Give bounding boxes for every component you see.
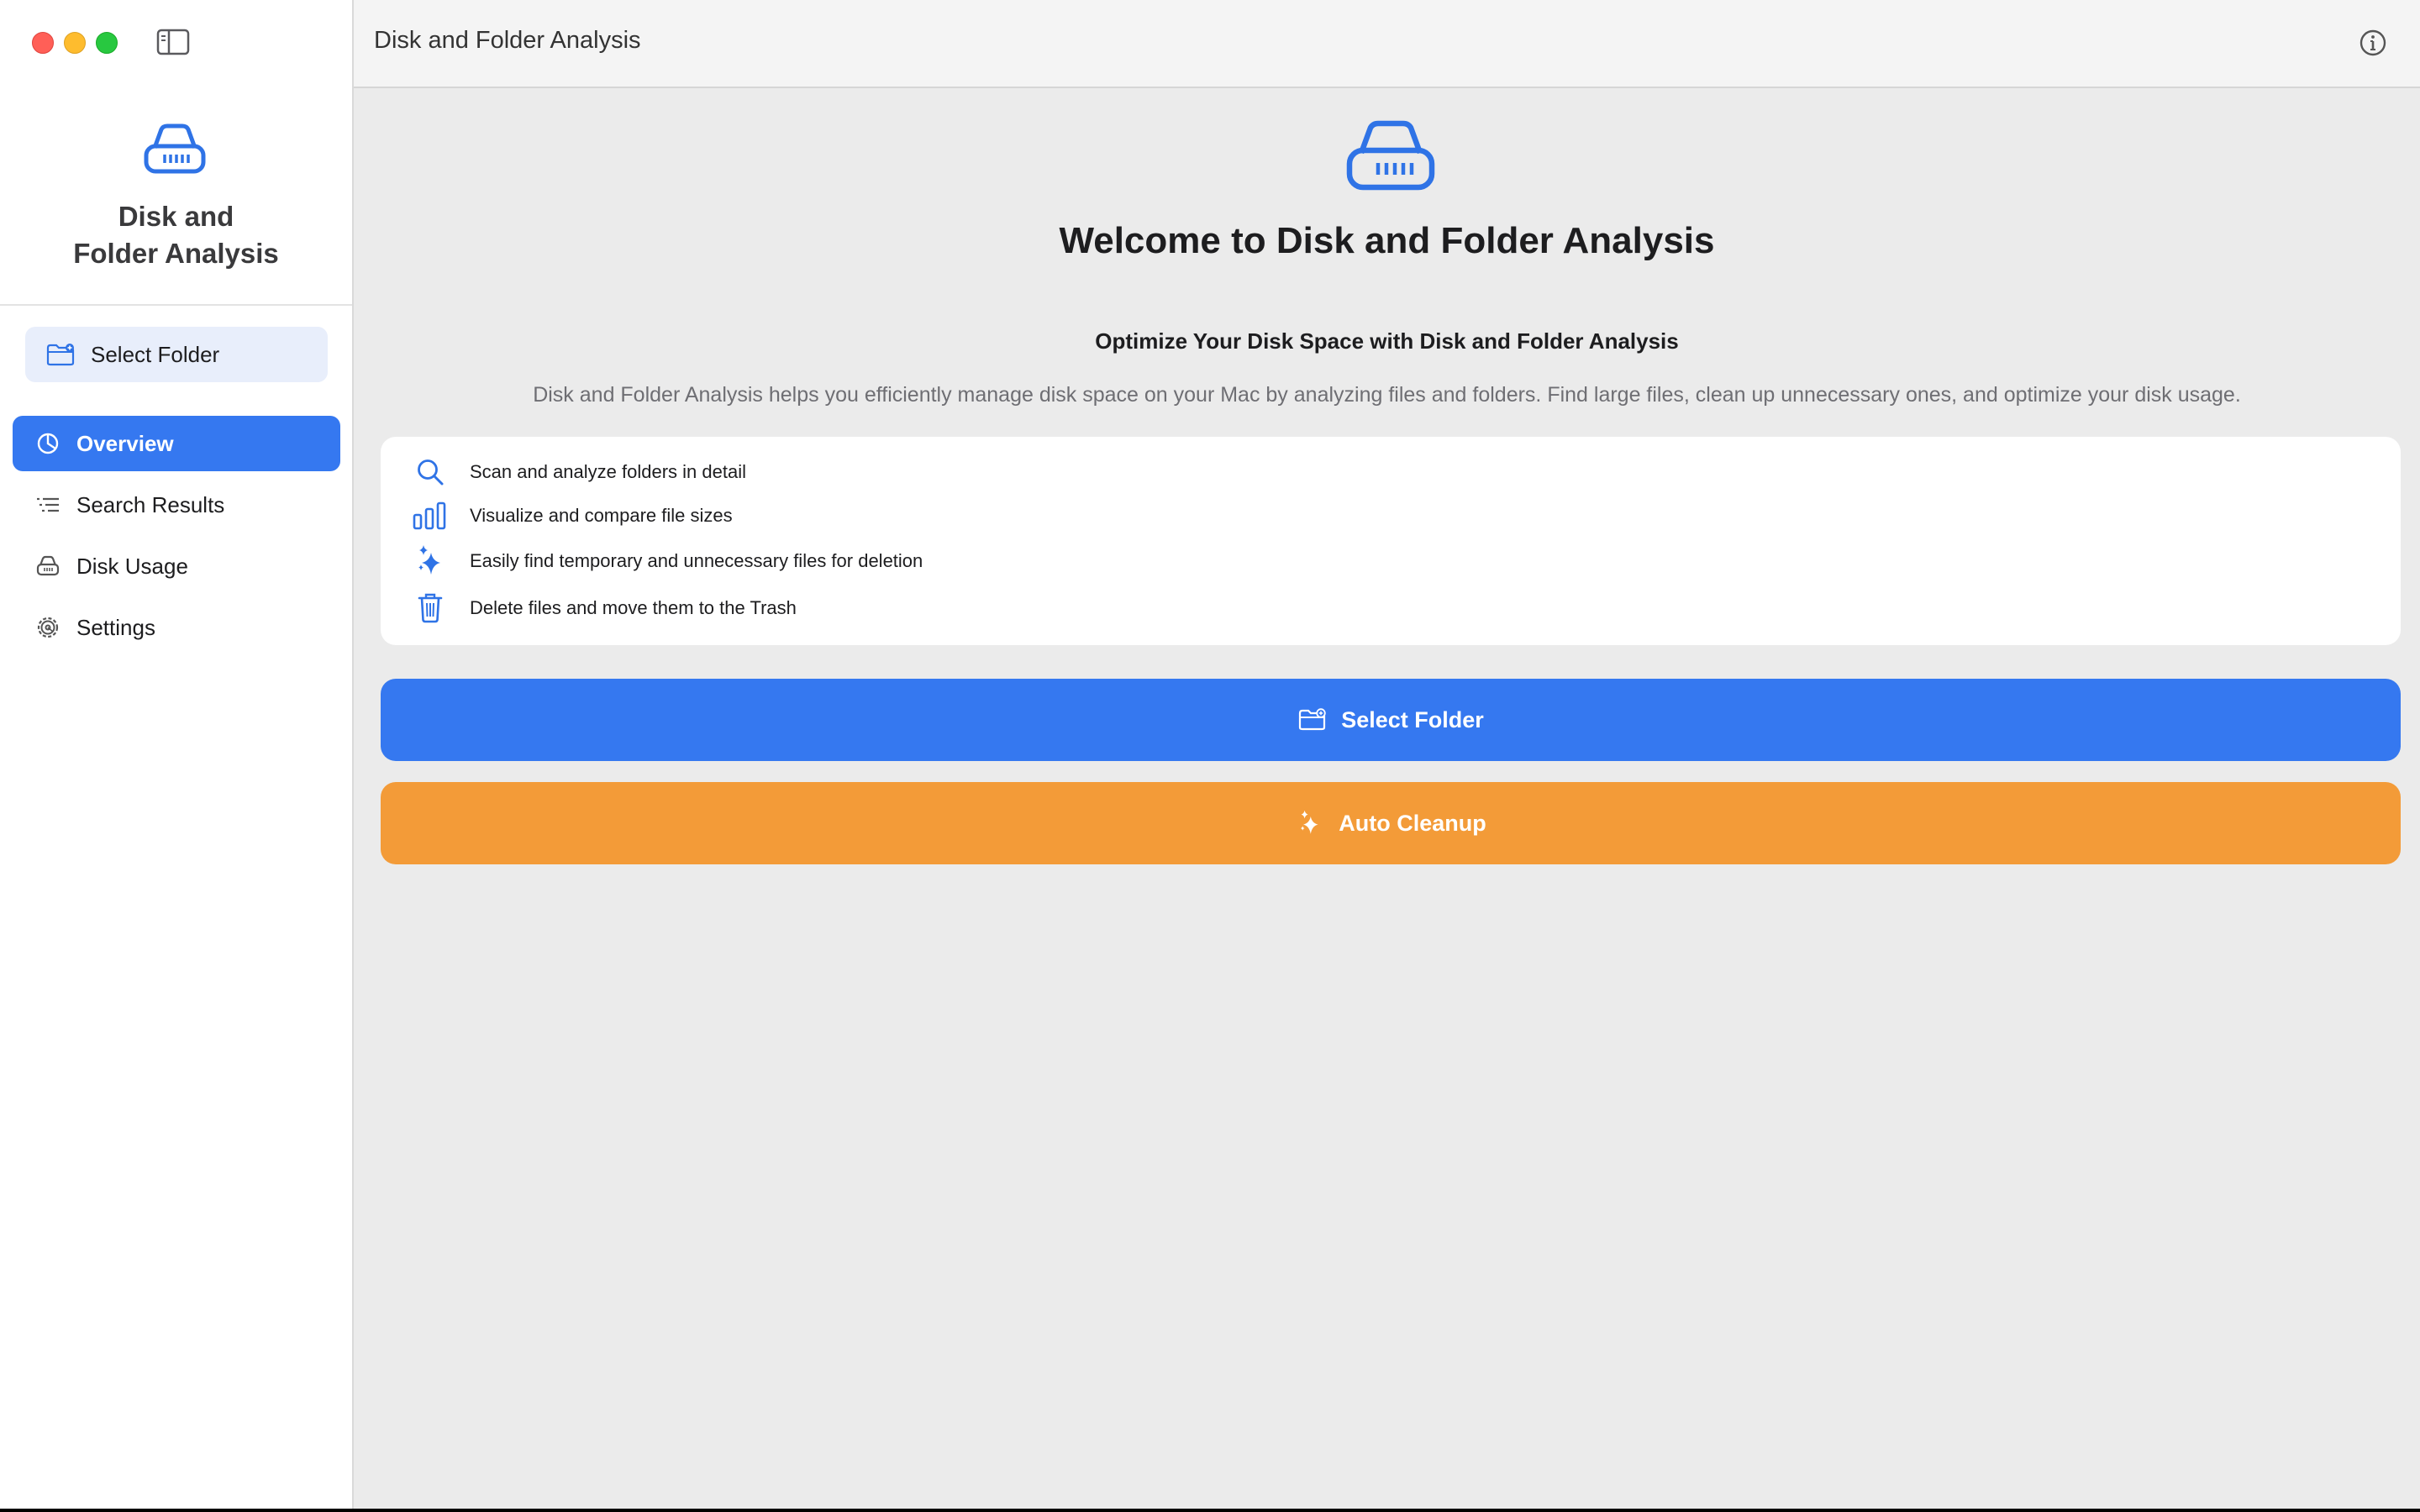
description: Disk and Folder Analysis helps you effic… <box>354 383 2420 407</box>
feature-item: Scan and analyze folders in detail <box>411 454 746 491</box>
sidebar: Disk and Folder Analysis Select Folder <box>0 0 354 1509</box>
app-window: Disk and Folder Analysis Select Folder <box>0 0 2420 1509</box>
folder-badge-icon <box>1297 706 1328 733</box>
bar-chart-icon <box>411 497 450 534</box>
feature-label: Visualize and compare file sizes <box>470 505 733 527</box>
sidebar-item-overview[interactable]: Overview <box>13 416 340 471</box>
sidebar-item-label: Overview <box>76 431 174 457</box>
minimize-window-button[interactable] <box>64 32 86 54</box>
sparkles-icon <box>1295 810 1325 837</box>
sidebar-item-label: Settings <box>76 615 155 641</box>
feature-label: Delete files and move them to the Trash <box>470 597 797 619</box>
sidebar-item-label: Search Results <box>76 492 224 518</box>
auto-cleanup-button-label: Auto Cleanup <box>1339 811 1486 837</box>
sidebar-item-settings[interactable]: Settings <box>13 600 340 655</box>
sidebar-divider <box>0 304 352 306</box>
close-window-button[interactable] <box>32 32 54 54</box>
info-icon[interactable] <box>2358 28 2388 58</box>
hard-drive-icon <box>1344 119 1437 192</box>
features-card: Scan and analyze folders in detail Visua… <box>381 437 2401 645</box>
zoom-window-button[interactable] <box>96 32 118 54</box>
sidebar-item-search-results[interactable]: Search Results <box>13 477 340 533</box>
select-folder-button[interactable]: Select Folder <box>381 679 2401 761</box>
subheading: Optimize Your Disk Space with Disk and F… <box>354 328 2420 354</box>
hard-drive-icon <box>141 123 208 176</box>
sidebar-item-label: Disk Usage <box>76 554 188 580</box>
gear-icon <box>34 614 61 641</box>
feature-label: Scan and analyze folders in detail <box>470 461 746 483</box>
folder-badge-icon <box>45 342 76 367</box>
sidebar-select-folder-button[interactable]: Select Folder <box>25 327 328 382</box>
trash-icon <box>411 590 450 627</box>
auto-cleanup-button[interactable]: Auto Cleanup <box>381 782 2401 864</box>
pie-chart-icon <box>34 430 61 457</box>
select-folder-button-label: Select Folder <box>1341 707 1484 733</box>
sparkles-icon <box>411 543 450 580</box>
feature-item: Easily find temporary and unnecessary fi… <box>411 543 923 580</box>
feature-item: Delete files and move them to the Trash <box>411 590 797 627</box>
sidebar-nav: Overview Search Results <box>13 416 340 661</box>
feature-label: Easily find temporary and unnecessary fi… <box>470 550 923 572</box>
disk-icon <box>34 553 61 580</box>
sidebar-toggle-icon[interactable] <box>156 29 190 55</box>
sidebar-select-folder-label: Select Folder <box>91 342 219 368</box>
list-icon <box>34 491 61 518</box>
sidebar-item-disk-usage[interactable]: Disk Usage <box>13 538 340 594</box>
welcome-title: Welcome to Disk and Folder Analysis <box>354 220 2420 262</box>
toolbar: Disk and Folder Analysis <box>354 0 2420 88</box>
magnifier-icon <box>411 454 450 491</box>
window-title: Disk and Folder Analysis <box>374 27 641 55</box>
app-brand-title: Disk and Folder Analysis <box>0 198 352 272</box>
feature-item: Visualize and compare file sizes <box>411 497 733 534</box>
